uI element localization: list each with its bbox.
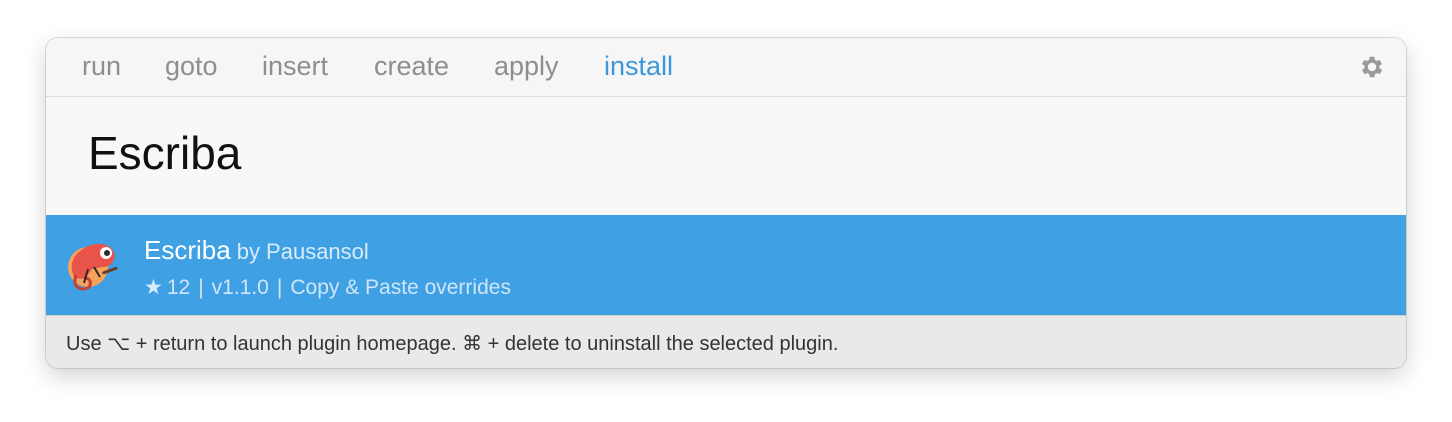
tab-install[interactable]: install [604,51,673,82]
search-area [46,97,1406,215]
tab-goto[interactable]: goto [165,51,218,82]
star-icon: ★ [144,276,163,299]
tab-insert[interactable]: insert [262,51,328,82]
plugin-version: v1.1.0 [211,276,269,299]
tab-run[interactable]: run [82,51,121,82]
meta-separator: | [198,276,204,299]
tab-apply[interactable]: apply [494,51,559,82]
tab-create[interactable]: create [374,51,449,82]
hint-footer: Use ⌥ + return to launch plugin homepage… [46,315,1406,368]
plugin-author: by Pausansol [236,239,369,264]
gear-icon[interactable] [1358,53,1386,81]
footer-hint: Use ⌥ + return to launch plugin homepage… [66,333,839,355]
plugin-result-row[interactable]: Escriba by Pausansol ★ 12 | v1.1.0 | Copy & Pa… [46,215,1406,315]
meta-separator: | [276,276,283,299]
plugin-description: Copy & Paste overrides [290,276,511,299]
tab-bar: run goto insert create apply install [46,38,1406,97]
plugin-meta: ★ 12 | v1.1.0 | Copy & Paste overrides [144,275,511,300]
chameleon-icon [68,243,118,291]
search-input[interactable] [88,125,1288,181]
plugin-window: run goto insert create apply install Esc… [46,38,1406,368]
plugin-name: Escriba [144,235,231,265]
plugin-stars: 12 [166,276,191,299]
